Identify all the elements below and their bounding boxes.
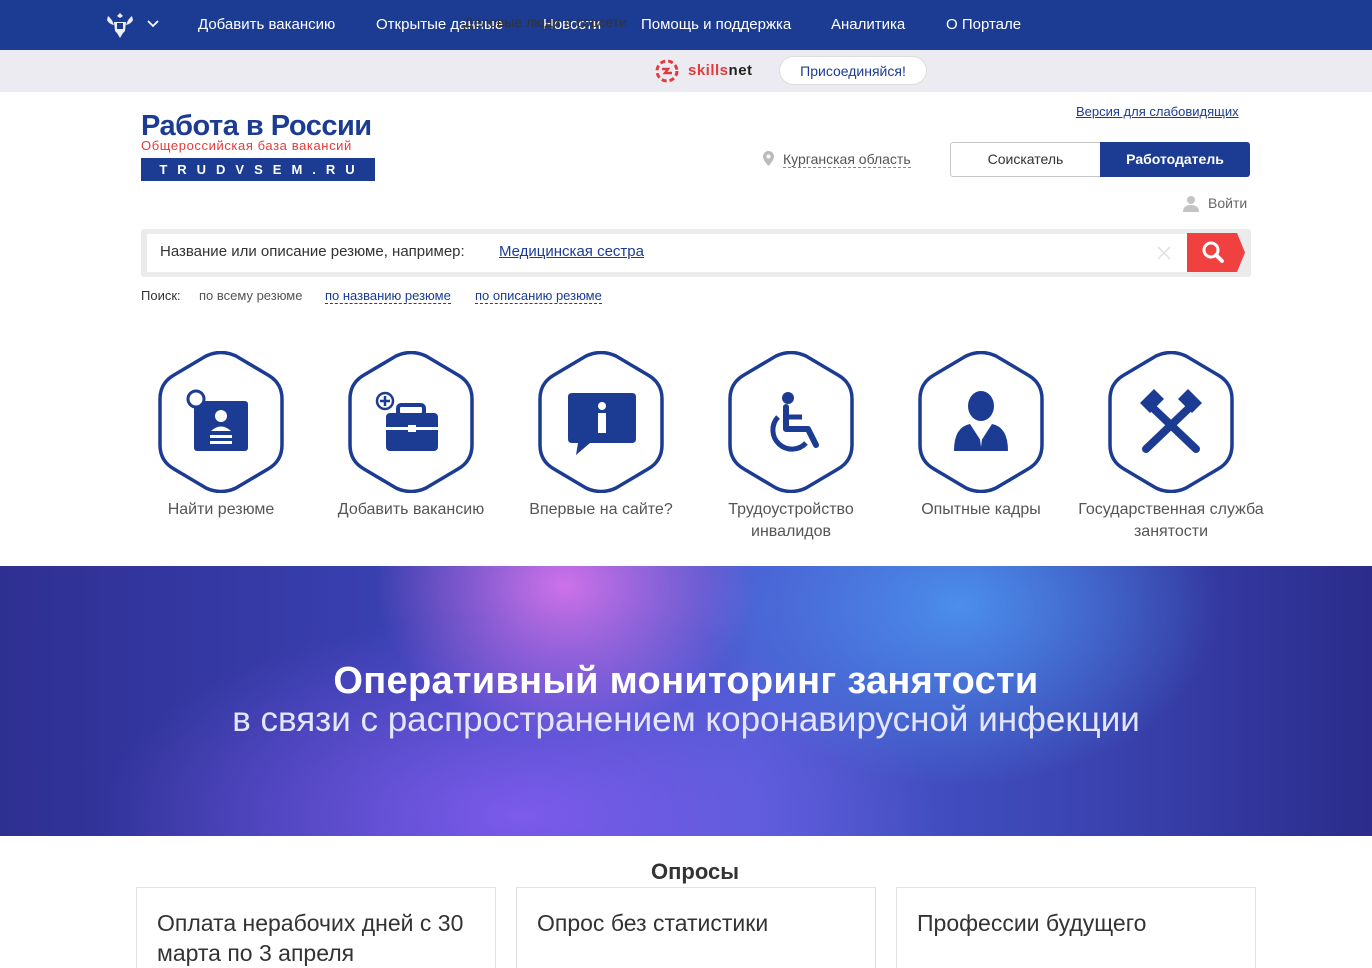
tile-label: Трудоустройство инвалидов bbox=[728, 501, 854, 540]
skillsnet-brand[interactable]: skillsnet bbox=[688, 62, 753, 79]
filter-resume-title[interactable]: по названию резюме bbox=[325, 288, 451, 304]
survey-card[interactable]: Оплата нерабочих дней с 30 марта по 3 ап… bbox=[136, 887, 496, 968]
crossed-hammers-icon bbox=[1108, 351, 1234, 493]
survey-card[interactable]: Опрос без статистики bbox=[516, 887, 876, 968]
tile-label: Найти резюме bbox=[167, 501, 275, 518]
skillsnet-logo-icon[interactable] bbox=[652, 56, 682, 86]
promo-text: Деловые люди в соцсети bbox=[464, 14, 628, 30]
tile-label: Впервые на сайте? bbox=[529, 501, 673, 518]
wheelchair-icon bbox=[728, 351, 854, 493]
add-vacancy-briefcase-icon bbox=[348, 351, 474, 493]
banner-title: Оперативный мониторинг занятости bbox=[333, 660, 1039, 702]
coat-of-arms-icon[interactable] bbox=[104, 10, 136, 40]
survey-card[interactable]: Профессии будущего bbox=[896, 887, 1256, 968]
search-button[interactable] bbox=[1187, 233, 1245, 272]
logo-subtitle: Общероссийская база вакансий bbox=[141, 138, 352, 153]
skillsnet-brand-a: skills bbox=[688, 62, 729, 79]
search-filter-label: Поиск: bbox=[141, 288, 181, 303]
chevron-down-icon[interactable] bbox=[147, 19, 159, 29]
user-icon bbox=[1183, 196, 1199, 212]
info-icon bbox=[538, 351, 664, 493]
login-link[interactable]: Войти bbox=[1208, 195, 1247, 211]
tile-disabled-employment[interactable]: Трудоустройство инвалидов bbox=[696, 351, 886, 551]
search-example-link[interactable]: Медицинская сестра bbox=[499, 243, 644, 260]
filter-resume-description[interactable]: по описанию резюме bbox=[475, 288, 602, 304]
nav-about-portal[interactable]: О Портале bbox=[946, 16, 1021, 33]
skillsnet-brand-b: net bbox=[728, 62, 753, 79]
role-seeker-tab[interactable]: Соискатель bbox=[950, 142, 1101, 177]
find-resume-icon bbox=[158, 351, 284, 493]
tile-state-employment-service[interactable]: Государственная служба занятости bbox=[1076, 351, 1266, 551]
tile-label: Опытные кадры bbox=[921, 501, 1041, 518]
banner-subtitle: в связи с распространением коронавирусно… bbox=[232, 700, 1140, 739]
tile-add-vacancy[interactable]: Добавить вакансию bbox=[316, 351, 506, 551]
role-employer-tab[interactable]: Работодатель bbox=[1100, 142, 1250, 177]
logo-domain: TRUDVSEM.RU bbox=[141, 158, 375, 181]
tile-label: Добавить вакансию bbox=[337, 501, 485, 518]
surveys-heading: Опросы bbox=[650, 859, 739, 884]
tile-find-resume[interactable]: Найти резюме bbox=[126, 351, 316, 551]
nav-help-support[interactable]: Помощь и поддержка bbox=[641, 16, 791, 33]
nav-analytics[interactable]: Аналитика bbox=[831, 16, 905, 33]
tile-first-time[interactable]: Впервые на сайте? bbox=[506, 351, 696, 551]
join-button[interactable]: Присоединяйся! bbox=[779, 56, 927, 85]
clear-icon[interactable] bbox=[1156, 245, 1172, 261]
region-selector[interactable]: Курганская область bbox=[783, 151, 911, 168]
nav-add-vacancy[interactable]: Добавить вакансию bbox=[198, 16, 335, 33]
tile-experienced-staff[interactable]: Опытные кадры bbox=[886, 351, 1076, 551]
promo-bar bbox=[0, 50, 1372, 92]
location-pin-icon bbox=[763, 151, 774, 166]
filter-all-resume[interactable]: по всему резюме bbox=[199, 288, 302, 303]
tile-label: Государственная служба занятости bbox=[1078, 501, 1264, 540]
search-hint: Название или описание резюме, например: bbox=[160, 243, 465, 260]
accessibility-version-link[interactable]: Версия для слабовидящих bbox=[1076, 104, 1239, 119]
businessman-icon bbox=[918, 351, 1044, 493]
